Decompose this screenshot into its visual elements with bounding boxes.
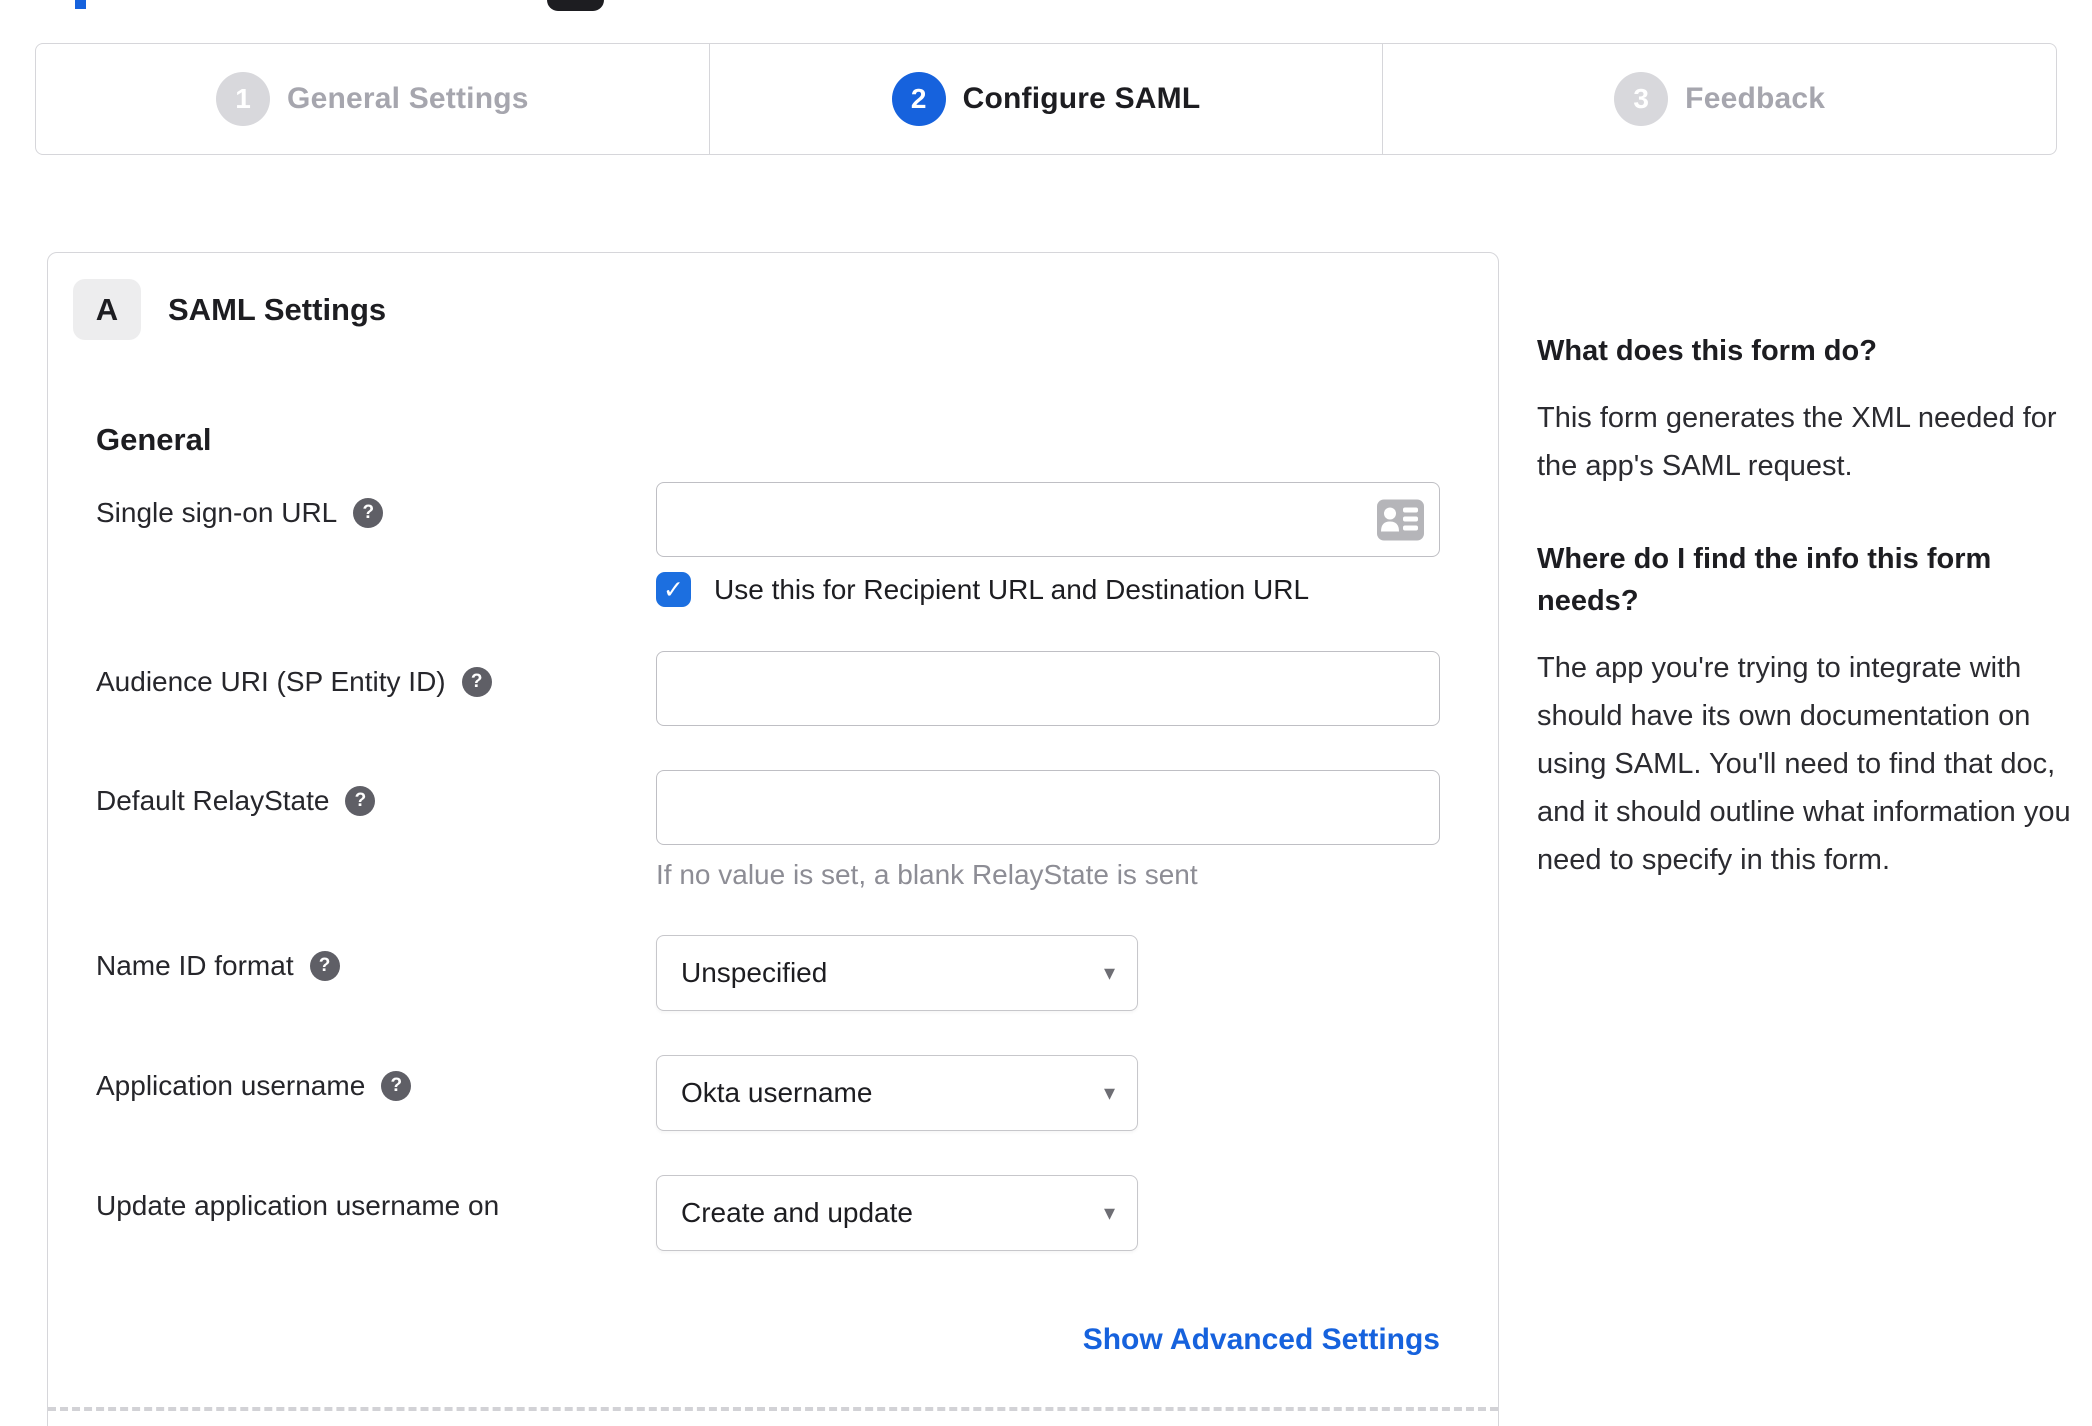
help-body: This form generates the XML needed for t… (1537, 402, 2057, 482)
relaystate-input[interactable] (656, 770, 1440, 845)
help-icon[interactable]: ? (345, 786, 376, 816)
saml-settings-panel: A SAML Settings General Single sign-on U… (47, 252, 1499, 1426)
application-username-value: Okta username (681, 1077, 873, 1108)
field-row-nameid: Name ID format ? Unspecified ▾ (96, 935, 1450, 1011)
field-row-relaystate: Default RelayState ? If no value is set,… (96, 770, 1450, 891)
field-row-audience: Audience URI (SP Entity ID) ? (96, 651, 1450, 726)
sso-label-group: Single sign-on URL ? (96, 482, 656, 607)
step-configure-saml[interactable]: 2 Configure SAML (708, 44, 1383, 154)
audience-label-group: Audience URI (SP Entity ID) ? (96, 651, 656, 726)
nameid-label-group: Name ID format ? (96, 935, 656, 1011)
field-row-app-username: Application username ? Okta username ▾ (96, 1055, 1450, 1131)
application-username-select[interactable]: Okta username ▾ (656, 1055, 1138, 1131)
chevron-down-icon: ▾ (1103, 1080, 1115, 1105)
show-advanced-settings-link[interactable]: Show Advanced Settings (1083, 1323, 1440, 1357)
section-dashed-divider (48, 1407, 1498, 1411)
panel-header: A SAML Settings (73, 279, 1450, 340)
help-icon[interactable]: ? (381, 1071, 412, 1101)
nameid-label: Name ID format (96, 950, 294, 981)
name-id-format-select[interactable]: Unspecified ▾ (656, 935, 1138, 1011)
field-row-sso: Single sign-on URL ? ✓ Use this for Reci… (96, 482, 1450, 607)
cutoff-logo-fragment (75, 0, 86, 9)
help-section-what: What does this form do? This form genera… (1537, 330, 2082, 490)
step-feedback[interactable]: 3 Feedback (1382, 44, 2056, 154)
step-number-badge: 3 (1614, 72, 1669, 126)
audience-uri-input[interactable] (656, 651, 1440, 726)
step-label: General Settings (287, 82, 529, 115)
update-username-label-group: Update application username on (96, 1175, 656, 1251)
update-username-label: Update application username on (96, 1190, 500, 1221)
general-group-heading: General (96, 422, 212, 457)
app-username-label-group: Application username ? (96, 1055, 656, 1131)
recipient-url-checkbox[interactable]: ✓ (656, 572, 691, 607)
step-number-badge: 1 (216, 72, 271, 126)
update-application-username-select[interactable]: Create and update ▾ (656, 1175, 1138, 1251)
help-section-where: Where do I find the info this form needs… (1537, 538, 2082, 884)
contact-card-icon[interactable] (1377, 499, 1424, 540)
section-a-badge: A (73, 279, 141, 340)
step-number-badge: 2 (891, 72, 946, 126)
chevron-down-icon: ▾ (1103, 960, 1115, 985)
app-username-label: Application username (96, 1070, 366, 1101)
relaystate-label: Default RelayState (96, 785, 330, 816)
help-icon[interactable]: ? (461, 667, 492, 697)
field-row-update-username: Update application username on Create an… (96, 1175, 1450, 1251)
relaystate-label-group: Default RelayState ? (96, 770, 656, 891)
panel-title: SAML Settings (168, 291, 387, 327)
wizard-stepper: 1 General Settings 2 Configure SAML 3 Fe… (35, 43, 2057, 155)
update-application-username-value: Create and update (681, 1197, 913, 1228)
help-heading: Where do I find the info this form needs… (1537, 543, 1992, 617)
chevron-down-icon: ▾ (1103, 1200, 1115, 1225)
step-label: Feedback (1685, 82, 1826, 115)
sso-checkbox-row: ✓ Use this for Recipient URL and Destina… (656, 572, 1450, 607)
advanced-settings-row: Show Advanced Settings (96, 1323, 1440, 1357)
sso-url-input[interactable] (656, 482, 1440, 557)
help-icon[interactable]: ? (353, 498, 384, 528)
sso-label: Single sign-on URL (96, 497, 338, 528)
help-heading: What does this form do? (1537, 335, 1877, 367)
step-label: Configure SAML (962, 82, 1201, 115)
relaystate-hint: If no value is set, a blank RelayState i… (656, 859, 1198, 890)
help-sidebar: What does this form do? This form genera… (1537, 330, 2082, 884)
help-icon[interactable]: ? (309, 951, 340, 981)
help-body: The app you're trying to integrate with … (1537, 652, 2071, 876)
step-general-settings[interactable]: 1 General Settings (36, 44, 709, 154)
name-id-format-value: Unspecified (681, 957, 828, 988)
recipient-url-checkbox-label: Use this for Recipient URL and Destinati… (714, 573, 1310, 605)
cutoff-app-icon-fragment (547, 0, 604, 11)
audience-label: Audience URI (SP Entity ID) (96, 666, 446, 697)
